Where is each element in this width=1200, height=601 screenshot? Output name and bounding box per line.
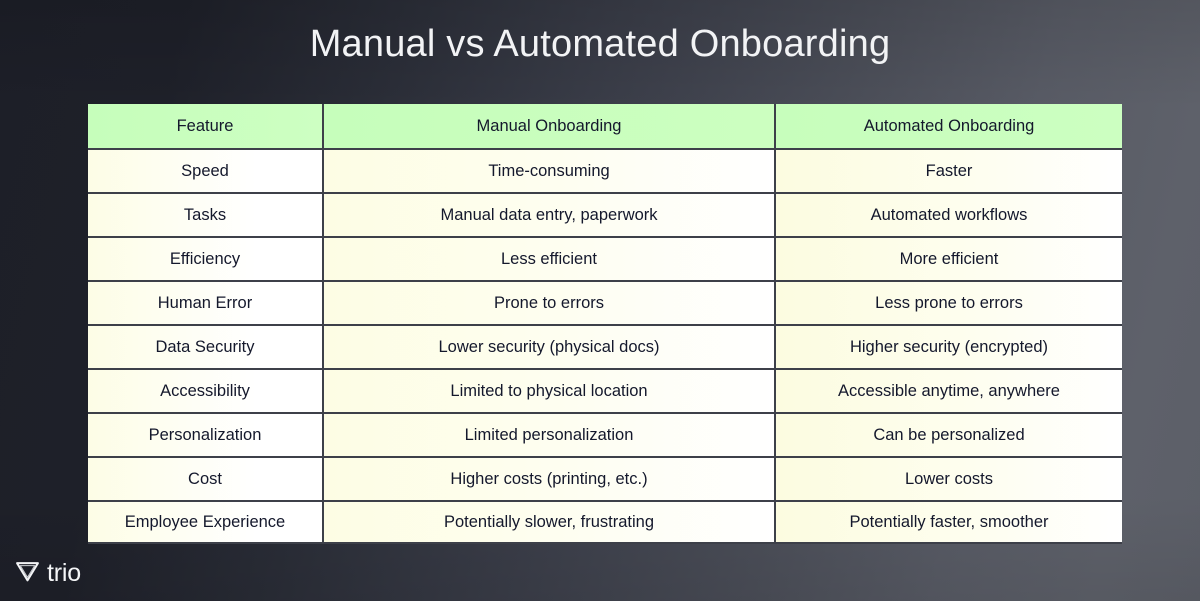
- table-cell-automated: Accessible anytime, anywhere: [776, 368, 1122, 412]
- table-cell-manual: Limited personalization: [324, 412, 776, 456]
- triangle-down-icon: [14, 557, 41, 589]
- table-row: Data Security Lower security (physical do…: [88, 324, 1122, 368]
- table-row: Personalization Limited personalization Ca…: [88, 412, 1122, 456]
- table-header-row: Feature Manual Onboarding Automated Onbo…: [88, 104, 1122, 148]
- table-row: Cost Higher costs (printing, etc.) Lower c…: [88, 456, 1122, 500]
- table-cell-feature: Data Security: [88, 324, 324, 368]
- table-cell-feature: Personalization: [88, 412, 324, 456]
- table-cell-automated: Can be personalized: [776, 412, 1122, 456]
- table-cell-manual: Prone to errors: [324, 280, 776, 324]
- table-cell-automated: Lower costs: [776, 456, 1122, 500]
- table-row: Speed Time-consuming Faster: [88, 148, 1122, 192]
- table-cell-feature: Employee Experience: [88, 500, 324, 544]
- table-cell-manual: Lower security (physical docs): [324, 324, 776, 368]
- table-row: Efficiency Less efficient More efficient: [88, 236, 1122, 280]
- table-cell-feature: Tasks: [88, 192, 324, 236]
- table-cell-feature: Human Error: [88, 280, 324, 324]
- column-header-feature: Feature: [88, 104, 324, 148]
- table-cell-automated: Automated workflows: [776, 192, 1122, 236]
- table-cell-feature: Cost: [88, 456, 324, 500]
- table-row: Tasks Manual data entry, paperwork Automat…: [88, 192, 1122, 236]
- page-title: Manual vs Automated Onboarding: [309, 23, 891, 65]
- table-row: Human Error Prone to errors Less prone to …: [88, 280, 1122, 324]
- brand-logo: trio: [14, 557, 81, 589]
- table-cell-automated: Less prone to errors: [776, 280, 1122, 324]
- table-cell-manual: Potentially slower, frustrating: [324, 500, 776, 544]
- table-row: Accessibility Limited to physical locatio…: [88, 368, 1122, 412]
- table-cell-feature: Efficiency: [88, 236, 324, 280]
- table-cell-manual: Less efficient: [324, 236, 776, 280]
- table-row: Employee Experience Potentially slower, f…: [88, 500, 1122, 544]
- table-cell-automated: More efficient: [776, 236, 1122, 280]
- table-cell-feature: Accessibility: [88, 368, 324, 412]
- brand-name: trio: [47, 558, 81, 587]
- table-cell-automated: Higher security (encrypted): [776, 324, 1122, 368]
- table-header: Feature Manual Onboarding Automated Onbo…: [88, 104, 1122, 148]
- table-cell-manual: Time-consuming: [324, 148, 776, 192]
- comparison-table: Feature Manual Onboarding Automated Onbo…: [88, 104, 1122, 544]
- slide-canvas: Manual vs Automated Onboarding Feature M…: [0, 0, 1200, 601]
- table-cell-manual: Higher costs (printing, etc.): [324, 456, 776, 500]
- table-cell-manual: Manual data entry, paperwork: [324, 192, 776, 236]
- table-body: Speed Time-consuming Faster Tasks Manual dat…: [88, 148, 1122, 544]
- table-cell-automated: Potentially faster, smoother: [776, 500, 1122, 544]
- table-cell-automated: Faster: [776, 148, 1122, 192]
- comparison-table-container: Feature Manual Onboarding Automated Onbo…: [88, 104, 1122, 544]
- column-header-manual-onboarding: Manual Onboarding: [324, 104, 776, 148]
- table-cell-manual: Limited to physical location: [324, 368, 776, 412]
- column-header-automated-onboarding: Automated Onboarding: [776, 104, 1122, 148]
- table-cell-feature: Speed: [88, 148, 324, 192]
